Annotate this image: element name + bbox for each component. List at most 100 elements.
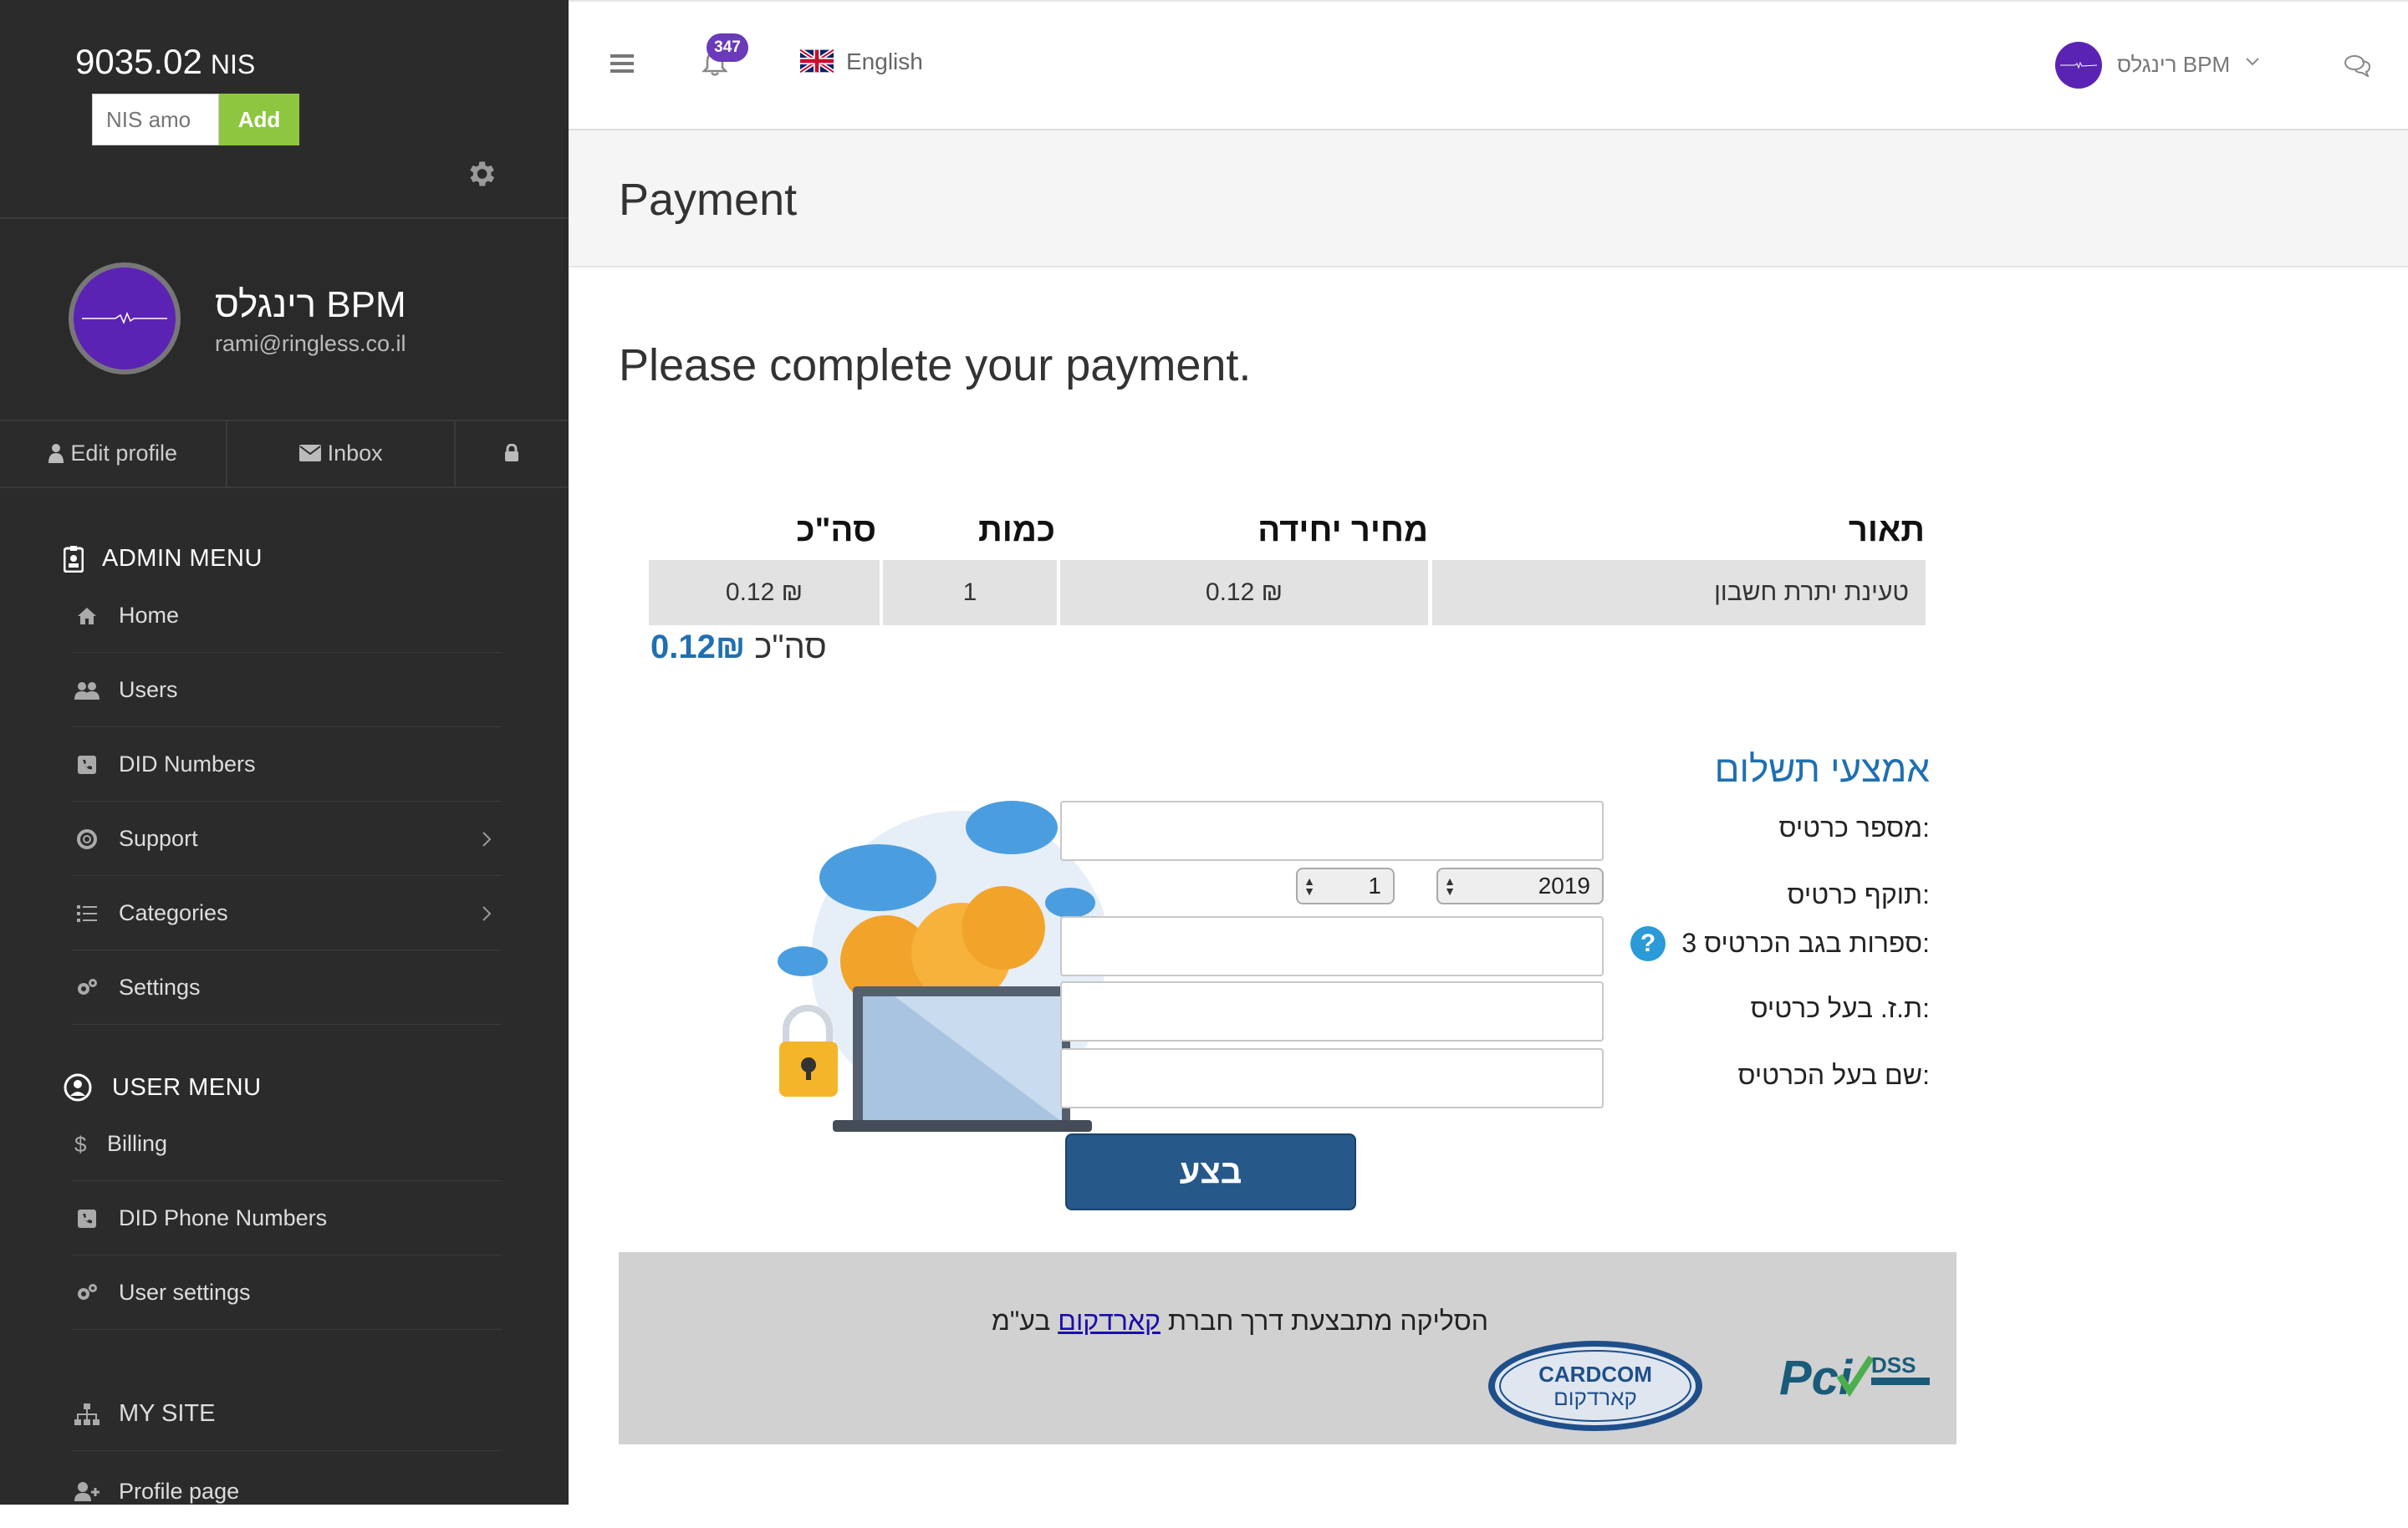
phone-square-icon xyxy=(72,752,102,777)
sidebar-item-label: Categories xyxy=(119,900,228,925)
sidebar-item-label: Profile page xyxy=(119,1478,240,1504)
sidebar-item-support[interactable]: Support xyxy=(72,802,502,876)
sidebar-item-label: DID Numbers xyxy=(119,751,256,777)
sidebar-item-label: Billing xyxy=(107,1131,168,1156)
admin-menu-heading: ADMIN MENU xyxy=(64,545,263,573)
id-badge-icon xyxy=(64,545,84,573)
lifebuoy-icon xyxy=(72,827,102,852)
profile-email: rami@ringless.co.il xyxy=(215,331,406,356)
sidebar-item-profile-page[interactable]: Profile page xyxy=(72,1454,502,1528)
sidebar-item-label: DID Phone Numbers xyxy=(119,1205,328,1230)
id-number-input[interactable] xyxy=(1060,981,1604,1042)
card-number-input[interactable] xyxy=(1060,801,1604,861)
cogs-icon xyxy=(72,1281,102,1306)
spinner-arrows-icon: ▲ ▼ xyxy=(1444,874,1456,898)
cell-description: טעינת יתרת חשבון xyxy=(1432,560,1926,625)
sidebar-item-my-site[interactable]: MY SITE xyxy=(72,1378,502,1451)
balance-panel: 9035.02 NIS Add xyxy=(0,0,569,219)
col-header-description: תאור xyxy=(1848,512,1925,548)
profile-actions: Edit profile Inbox xyxy=(0,420,569,488)
phone-square-icon xyxy=(72,1206,102,1231)
cardcom-logo: CARDCOM קארדקום xyxy=(1488,1341,1702,1431)
avatar[interactable] xyxy=(69,262,181,374)
chevron-right-icon xyxy=(482,832,492,847)
language-selector[interactable]: English xyxy=(846,48,923,75)
sidebar-item-did-numbers[interactable]: DID Numbers xyxy=(72,728,502,802)
cogs-icon xyxy=(72,975,102,1001)
grand-total: 0.12₪ סה"כ xyxy=(650,629,827,666)
profile-name: רינגלס BPM xyxy=(215,284,406,325)
processor-footer: הסליקה מתבצעת דרך חברת קארדקום בע"מ CARD… xyxy=(619,1252,1956,1444)
chevron-down-icon[interactable] xyxy=(2245,57,2260,67)
sidebar-item-users[interactable]: Users xyxy=(72,654,502,727)
account-balance: 9035.02 NIS xyxy=(75,42,255,82)
expiry-label: תוקף כרטיס: xyxy=(1787,879,1930,909)
sidebar-item-label: Home xyxy=(119,603,180,628)
page-title: Payment xyxy=(619,175,798,225)
svg-text:DSS: DSS xyxy=(1871,1352,1916,1378)
top-divider xyxy=(569,0,2408,2)
sidebar-item-label: Settings xyxy=(119,975,201,1000)
page-header: Payment xyxy=(569,130,2408,267)
processor-text-after: בע"מ xyxy=(991,1306,1051,1336)
amount-input[interactable] xyxy=(92,94,219,145)
sitemap-icon xyxy=(72,1402,102,1427)
hamburger-menu-icon[interactable] xyxy=(610,53,634,74)
cardcom-logo-heb: קארדקום xyxy=(1553,1385,1637,1410)
cardholder-name-label: שם בעל הכרטיס: xyxy=(1737,1060,1930,1090)
expiry-year-select[interactable]: ▲ ▼ 2019 xyxy=(1436,868,1604,904)
processor-note: הסליקה מתבצעת דרך חברת קארדקום בע"מ xyxy=(992,1306,1488,1337)
list-icon xyxy=(72,901,102,926)
expiry-year-value: 2019 xyxy=(1538,873,1590,899)
sidebar-item-home[interactable]: Home xyxy=(72,579,502,653)
envelope-icon xyxy=(298,445,321,461)
submit-payment-button[interactable]: בצע xyxy=(1065,1133,1356,1210)
user-icon xyxy=(48,444,64,463)
admin-menu-title: ADMIN MENU xyxy=(102,545,263,572)
users-icon xyxy=(72,678,102,703)
user-menu-name[interactable]: רינגלס BPM xyxy=(2117,52,2230,78)
inbox-label: Inbox xyxy=(327,440,383,466)
cardholder-name-input[interactable] xyxy=(1060,1048,1604,1108)
sidebar-item-did-phone-numbers[interactable]: DID Phone Numbers xyxy=(72,1182,502,1256)
col-header-total: סה"כ xyxy=(796,512,876,548)
cardcom-link[interactable]: קארדקום xyxy=(1058,1306,1161,1336)
sidebar-item-settings[interactable]: Settings xyxy=(72,951,502,1025)
col-header-quantity: כמות xyxy=(978,512,1055,548)
gear-icon[interactable] xyxy=(464,157,497,191)
uk-flag-icon xyxy=(800,49,834,73)
pci-dss-logo: Pci DSS xyxy=(1779,1351,1930,1405)
spinner-arrows-icon: ▲ ▼ xyxy=(1303,874,1315,898)
sidebar-item-user-settings[interactable]: User settings xyxy=(72,1256,502,1330)
question-icon[interactable]: ? xyxy=(1630,926,1666,961)
processor-text-before: הסליקה מתבצעת דרך חברת xyxy=(1167,1306,1488,1336)
grand-total-value: 0.12₪ xyxy=(650,629,746,665)
sidebar-item-billing[interactable]: $ Billing xyxy=(72,1108,502,1181)
cell-quantity: 1 xyxy=(883,560,1057,625)
sidebar-item-label: User settings xyxy=(119,1280,251,1305)
svg-text:$: $ xyxy=(74,1133,87,1156)
user-menu-title: USER MENU xyxy=(112,1073,262,1101)
cell-total: 0.12 ₪ xyxy=(649,560,880,625)
id-number-label: ת.ז. בעל כרטיס: xyxy=(1750,993,1930,1023)
expiry-month-value: 1 xyxy=(1368,873,1381,899)
inbox-link[interactable]: Inbox xyxy=(227,420,456,486)
cvv-label: 3 ספרות בגב הכרטיס: xyxy=(1681,928,1930,958)
my-site-label: MY SITE xyxy=(119,1400,216,1427)
lock-button[interactable] xyxy=(456,420,569,486)
dollar-icon: $ xyxy=(72,1132,89,1157)
payment-methods-title: אמצעי תשלום xyxy=(1714,749,1930,790)
sidebar-item-categories[interactable]: Categories xyxy=(72,877,502,950)
user-avatar[interactable] xyxy=(2055,42,2102,89)
top-navbar: 347 English רינגלס BPM xyxy=(569,0,2408,130)
sidebar: 9035.02 NIS Add רינגלס BPM rami@ringless.… xyxy=(0,0,569,1505)
waveform-icon xyxy=(82,311,167,325)
edit-profile-link[interactable]: Edit profile xyxy=(0,420,228,486)
chat-icon[interactable] xyxy=(2344,53,2372,77)
expiry-month-select[interactable]: ▲ ▼ 1 xyxy=(1296,868,1395,904)
home-icon xyxy=(72,604,102,629)
add-funds-button[interactable]: Add xyxy=(219,94,299,145)
card-number-label: מספר כרטיס: xyxy=(1778,812,1930,843)
user-plus-icon xyxy=(72,1479,102,1504)
cvv-input[interactable] xyxy=(1060,916,1604,976)
